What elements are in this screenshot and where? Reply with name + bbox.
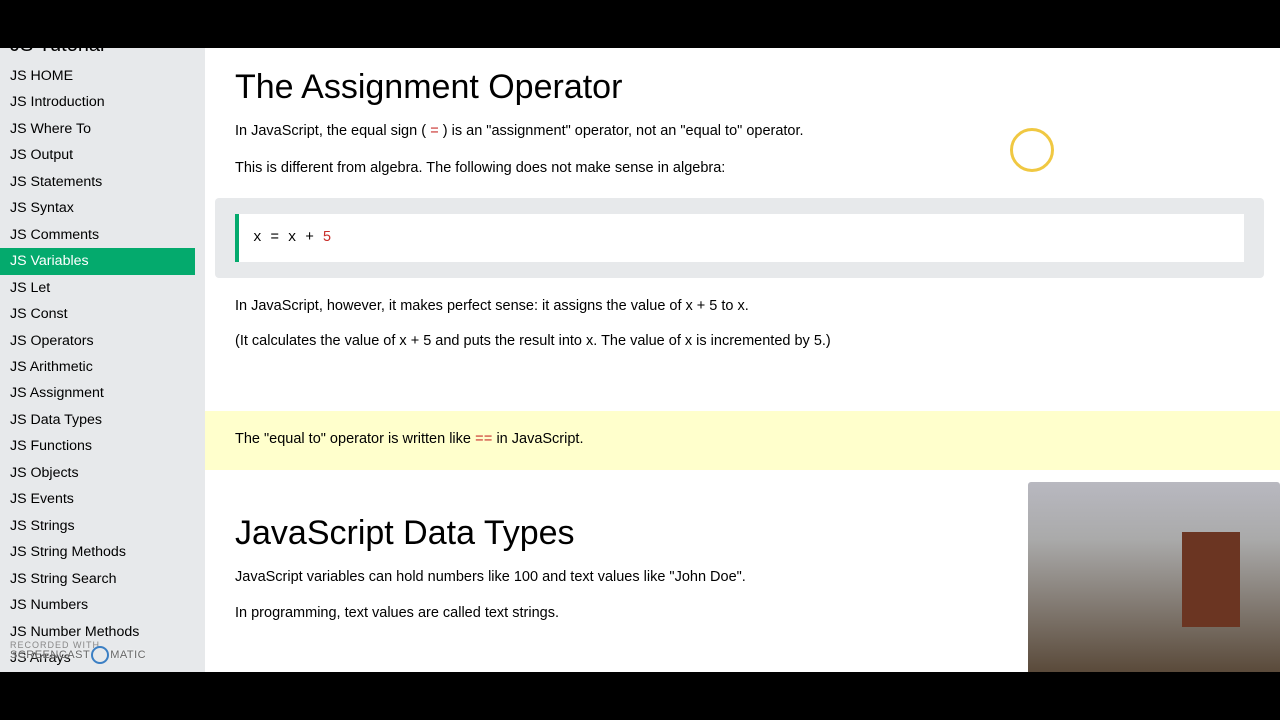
sidebar-item-js-functions[interactable]: JS Functions [0,433,195,459]
sidebar-item-js-arithmetic[interactable]: JS Arithmetic [0,354,195,380]
sidebar-item-js-operators[interactable]: JS Operators [0,328,195,354]
sidebar: JS Tutorial JS HOMEJS IntroductionJS Whe… [0,48,205,672]
paragraph-intro: In JavaScript, the equal sign ( = ) is a… [235,121,1250,144]
sidebar-item-js-home[interactable]: JS HOME [0,63,195,89]
watermark-circle-icon [91,646,109,664]
sidebar-item-js-objects[interactable]: JS Objects [0,460,195,486]
sidebar-item-js-comments[interactable]: JS Comments [0,222,195,248]
sidebar-item-js-strings[interactable]: JS Strings [0,513,195,539]
bottom-black-bar [0,672,1280,720]
code-number: 5 [323,230,332,246]
code-example: x = x + 5 [235,214,1244,262]
watermark-text-b: MATIC [110,649,146,661]
para1-text-b: ) is an "assignment" operator, not an "e… [443,123,804,139]
sidebar-item-js-variables[interactable]: JS Variables [0,248,195,274]
paragraph-sense: In JavaScript, however, it makes perfect… [235,296,1250,318]
sidebar-item-js-string-search[interactable]: JS String Search [0,566,195,592]
sidebar-item-js-assignment[interactable]: JS Assignment [0,380,195,406]
code-text: x = x + [253,230,323,246]
sidebar-item-js-where-to[interactable]: JS Where To [0,116,195,142]
sidebar-section-title: JS Tutorial [0,48,195,63]
example-box: x = x + 5 [215,198,1264,278]
sidebar-item-js-output[interactable]: JS Output [0,142,195,168]
sidebar-item-js-data-types[interactable]: JS Data Types [0,407,195,433]
note-text-a: The "equal to" operator is written like [235,431,475,447]
sidebar-item-js-events[interactable]: JS Events [0,486,195,512]
watermark-text-a: SCREENCAST [10,649,90,661]
sidebar-scroll[interactable]: JS Tutorial JS HOMEJS IntroductionJS Whe… [0,48,195,672]
sidebar-item-js-let[interactable]: JS Let [0,275,195,301]
equals-sign-code: = [430,124,439,140]
sidebar-item-js-introduction[interactable]: JS Introduction [0,89,195,115]
watermark-line2: SCREENCAST MATIC [10,646,146,664]
sidebar-scrollbar-track [195,48,205,672]
sidebar-item-js-const[interactable]: JS Const [0,301,195,327]
para1-text-a: In JavaScript, the equal sign ( [235,123,426,139]
paragraph-algebra: This is different from algebra. The foll… [235,158,1250,180]
webcam-door [1182,532,1240,627]
note-text-b: in JavaScript. [496,431,583,447]
sidebar-item-js-syntax[interactable]: JS Syntax [0,195,195,221]
sidebar-item-js-statements[interactable]: JS Statements [0,169,195,195]
sidebar-item-js-numbers[interactable]: JS Numbers [0,592,195,618]
top-black-bar [0,0,1280,48]
double-equals-code: == [475,432,492,448]
heading-assignment-operator: The Assignment Operator [235,68,1250,107]
paragraph-calc: (It calculates the value of x + 5 and pu… [235,331,1250,353]
webcam-overlay [1028,482,1280,672]
note-box: The "equal to" operator is written like … [205,411,1280,470]
sidebar-item-js-string-methods[interactable]: JS String Methods [0,539,195,565]
